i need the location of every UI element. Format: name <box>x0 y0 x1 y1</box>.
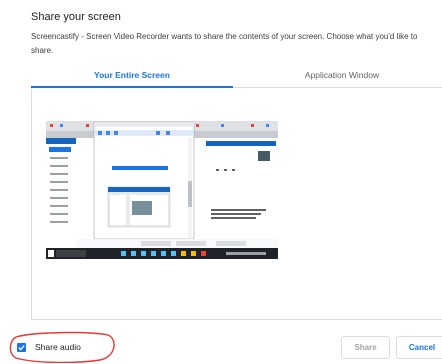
thumbnail-small-video <box>258 151 270 161</box>
thumbnail-nested-screen-header <box>108 187 170 192</box>
thumbnail-right-header <box>206 141 276 146</box>
source-tabs: Your Entire Screen Application Window <box>31 66 442 88</box>
entire-screen-thumbnail[interactable] <box>46 121 278 259</box>
thumbnail-nested-sidebar <box>110 195 126 225</box>
cancel-button[interactable]: Cancel <box>396 336 442 359</box>
dialog-title: Share your screen <box>31 11 121 23</box>
dialog-description: Screencastify - Screen Video Recorder wa… <box>31 30 442 58</box>
share-audio-label[interactable]: Share audio <box>35 342 81 352</box>
dialog-description-line-2: share. <box>31 46 54 55</box>
share-button[interactable]: Share <box>341 336 390 359</box>
share-audio-checkbox[interactable] <box>17 343 26 352</box>
tab-entire-screen[interactable]: Your Entire Screen <box>31 66 233 88</box>
tab-application-window[interactable]: Application Window <box>233 66 442 88</box>
thumbnail-nested-link <box>112 166 168 170</box>
thumbnail-start-button <box>48 250 54 257</box>
thumbnail-nested-image <box>132 201 152 215</box>
thumbnail-mail-sidebar <box>46 138 76 248</box>
thumbnail-mail-header <box>46 138 76 144</box>
thumbnail-taskbar-search <box>56 250 86 257</box>
dialog-description-line-1: Screencastify - Screen Video Recorder wa… <box>31 32 418 41</box>
thumbnail-compose <box>49 147 71 152</box>
checkmark-icon <box>18 345 25 351</box>
thumbnail-inner-scroll-thumb <box>188 181 192 207</box>
thumbnail-inner-window-titlebar <box>94 122 194 127</box>
share-screen-dialog: Share your screen Screencastify - Screen… <box>0 0 442 364</box>
